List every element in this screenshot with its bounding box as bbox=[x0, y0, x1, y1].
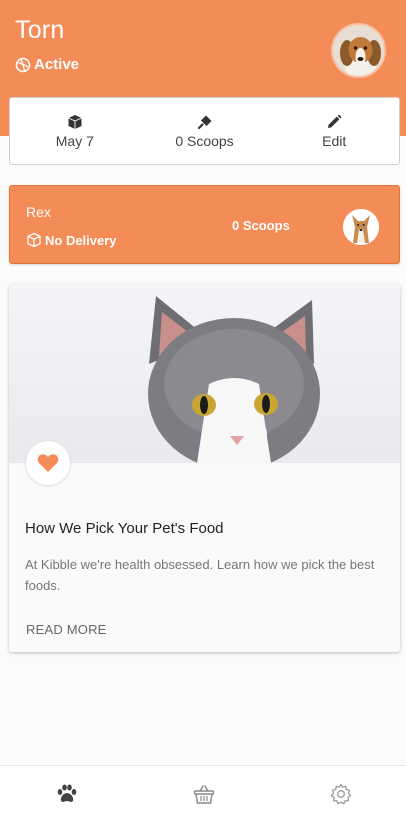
edit-label: Edit bbox=[322, 132, 347, 149]
cat-image bbox=[9, 284, 400, 463]
edit-item[interactable]: Edit bbox=[269, 98, 399, 164]
article-title: How We Pick Your Pet's Food bbox=[25, 520, 224, 537]
box-icon bbox=[68, 114, 82, 129]
pencil-icon bbox=[328, 114, 342, 128]
status-label: Active bbox=[34, 56, 80, 73]
article-card[interactable]: How We Pick Your Pet's Food At Kibble we… bbox=[9, 284, 400, 652]
subscription-summary-card: May 7 0 Scoops Edit bbox=[9, 97, 400, 165]
dog-image bbox=[343, 209, 379, 245]
heart-icon bbox=[37, 454, 59, 472]
delivery-status-label: No Delivery bbox=[45, 232, 117, 248]
dog-avatar-image bbox=[333, 25, 384, 76]
favorite-button[interactable] bbox=[26, 441, 70, 485]
delivery-status: No Delivery bbox=[26, 232, 117, 248]
status-icon bbox=[15, 57, 31, 72]
box-outline-icon bbox=[27, 232, 41, 248]
paw-icon[interactable] bbox=[56, 783, 78, 805]
scoops-label: 0 Scoops bbox=[175, 132, 234, 149]
user-avatar[interactable] bbox=[331, 23, 386, 78]
scoops-item[interactable]: 0 Scoops bbox=[140, 98, 270, 164]
article-image bbox=[9, 284, 400, 463]
pet-name: Rex bbox=[26, 204, 51, 220]
scoop-icon bbox=[197, 115, 211, 129]
delivery-date-label: May 7 bbox=[55, 132, 94, 149]
read-more-link[interactable]: READ MORE bbox=[26, 622, 107, 637]
basket-icon[interactable] bbox=[193, 783, 215, 805]
status-indicator: Active bbox=[15, 56, 79, 73]
delivery-date-item[interactable]: May 7 bbox=[10, 98, 140, 164]
page-title: Torn bbox=[15, 16, 65, 44]
pet-scoops: 0 Scoops bbox=[232, 218, 290, 233]
article-body: At Kibble we're health obsessed. Learn h… bbox=[25, 557, 375, 593]
gear-icon[interactable] bbox=[330, 783, 352, 805]
bottom-nav bbox=[0, 765, 406, 820]
pet-avatar[interactable] bbox=[343, 209, 379, 245]
pet-card[interactable]: Rex No Delivery 0 Scoops bbox=[9, 185, 400, 264]
